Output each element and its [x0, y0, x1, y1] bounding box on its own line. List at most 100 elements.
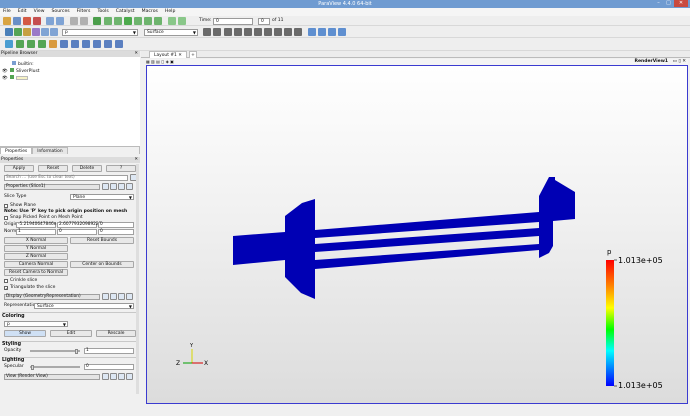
copy-icon[interactable] — [102, 293, 109, 300]
pipeline-item-slice[interactable]: 👁 — [2, 75, 28, 81]
calculator-icon[interactable] — [5, 40, 13, 48]
crinkle-checkbox[interactable] — [4, 279, 8, 283]
paste-icon[interactable] — [110, 373, 117, 380]
z-normal-button[interactable]: Z Normal — [4, 253, 68, 260]
reload-icon[interactable] — [118, 183, 125, 190]
refresh-icon[interactable] — [168, 17, 176, 25]
rescale-range-icon[interactable] — [32, 28, 40, 36]
maximize-button[interactable]: □ — [664, 0, 673, 7]
tab-properties[interactable]: Properties — [0, 147, 33, 154]
paste-icon[interactable] — [110, 183, 117, 190]
reset-camera-normal-button[interactable]: Reset Camera to Normal — [4, 269, 68, 276]
reset-bounds-button[interactable]: Reset Bounds — [70, 237, 134, 244]
rotate-minus-90-icon[interactable] — [294, 28, 302, 36]
normal-x-field[interactable]: 1 — [16, 229, 56, 235]
render-view[interactable]: Y X Z p 1.013e+05 1.013e+05 — [146, 65, 688, 404]
center-icon[interactable] — [93, 17, 101, 25]
view-minus-y-icon[interactable] — [254, 28, 262, 36]
center-on-bounds-button[interactable]: Center on Bounds — [70, 261, 134, 268]
previous-frame-icon[interactable] — [114, 17, 122, 25]
view-minus-z-icon[interactable] — [274, 28, 282, 36]
redo-icon[interactable] — [56, 17, 64, 25]
disconnect-icon[interactable] — [33, 17, 41, 25]
reset-camera-icon[interactable] — [203, 28, 211, 36]
eye-icon[interactable]: 👁 — [2, 76, 8, 82]
copy-icon[interactable] — [102, 183, 109, 190]
apply-button[interactable]: Apply — [4, 165, 34, 172]
camera-undo-icon[interactable] — [70, 17, 78, 25]
menu-file[interactable]: File — [3, 8, 11, 16]
section-view-header[interactable]: View (Render View) — [4, 374, 100, 380]
properties-scrollbar[interactable] — [136, 164, 139, 394]
menu-catalyst[interactable]: Catalyst — [116, 8, 135, 16]
origin-z-field[interactable]: 0 — [98, 222, 134, 228]
pipeline-item-builtin[interactable]: builtin: — [12, 61, 34, 67]
specular-slider-knob[interactable] — [31, 365, 34, 370]
undo-icon[interactable] — [46, 17, 54, 25]
y-normal-button[interactable]: Y Normal — [4, 245, 68, 252]
array-combo[interactable]: p ▼ — [62, 29, 138, 36]
pipeline-item-source[interactable]: 👁 SliverPlust — [2, 68, 40, 74]
x-normal-button[interactable]: X Normal — [4, 237, 68, 244]
normal-z-field[interactable]: 0 — [98, 229, 134, 235]
reload-icon[interactable] — [118, 293, 125, 300]
rotate-90-icon[interactable] — [284, 28, 292, 36]
tab-layout-1[interactable]: Layout #1 ✕ — [149, 51, 187, 58]
color-map-icon[interactable] — [5, 28, 13, 36]
section-display-header[interactable]: Display (GeometryRepresentation) — [4, 294, 100, 300]
menu-macros[interactable]: Macros — [142, 8, 158, 16]
opacity-field[interactable]: 1 — [84, 348, 134, 354]
extract-subset-icon[interactable] — [60, 40, 68, 48]
section-properties-header[interactable]: Properties (Slice1) — [4, 184, 100, 190]
interaction-mode-icon[interactable] — [308, 28, 316, 36]
glyph-icon[interactable] — [71, 40, 79, 48]
paste-icon[interactable] — [110, 293, 117, 300]
camera-redo-icon[interactable] — [80, 17, 88, 25]
select-points-icon[interactable] — [328, 28, 336, 36]
next-frame-icon[interactable] — [134, 17, 142, 25]
save-icon[interactable] — [126, 293, 133, 300]
menu-tools[interactable]: Tools — [97, 8, 108, 16]
camera-normal-button[interactable]: Camera Normal — [4, 261, 68, 268]
edit-color-map-icon[interactable] — [23, 28, 31, 36]
show-plane-checkbox[interactable] — [4, 204, 8, 208]
tab-information[interactable]: Information — [32, 147, 68, 154]
first-frame-icon[interactable] — [104, 17, 112, 25]
menu-view[interactable]: View — [34, 8, 45, 16]
extract-level-icon[interactable] — [115, 40, 123, 48]
view-minus-x-icon[interactable] — [234, 28, 242, 36]
toggle-color-legend-icon[interactable] — [14, 28, 22, 36]
select-cells-icon[interactable] — [318, 28, 326, 36]
minimize-button[interactable]: – — [654, 0, 663, 7]
view-plus-x-icon[interactable] — [224, 28, 232, 36]
save-icon[interactable] — [126, 183, 133, 190]
copy-icon[interactable] — [102, 373, 109, 380]
play-icon[interactable] — [124, 17, 132, 25]
rescale-temporal-icon[interactable] — [50, 28, 58, 36]
warp-vector-icon[interactable] — [93, 40, 101, 48]
coloring-select[interactable]: p ▼ — [4, 321, 68, 327]
clip-icon[interactable] — [27, 40, 35, 48]
loop-icon[interactable] — [154, 17, 162, 25]
origin-x-field[interactable]: -5.21940647846e — [16, 222, 56, 228]
snap-mesh-checkbox[interactable] — [4, 216, 8, 220]
menu-help[interactable]: Help — [165, 8, 175, 16]
rescale-button[interactable]: Rescale — [96, 330, 136, 337]
last-frame-icon[interactable] — [144, 17, 152, 25]
pipeline-item-edit[interactable] — [16, 75, 28, 80]
slice-type-combo[interactable]: Plane ▼ — [70, 194, 134, 200]
delete-button[interactable]: Delete — [72, 165, 102, 172]
representation-select[interactable]: Surface ▼ — [34, 303, 134, 309]
time-step-input[interactable]: 0 — [258, 18, 270, 25]
select-frustum-icon[interactable] — [338, 28, 346, 36]
reload-icon[interactable] — [118, 373, 125, 380]
opacity-slider[interactable] — [30, 349, 80, 354]
render-canvas[interactable]: Y X Z p 1.013e+05 1.013e+05 — [147, 66, 687, 403]
opacity-slider-knob[interactable] — [75, 349, 78, 354]
menu-filters[interactable]: Filters — [77, 8, 91, 16]
contour-icon[interactable] — [16, 40, 24, 48]
reset-button[interactable]: Reset — [38, 165, 68, 172]
view-plus-z-icon[interactable] — [264, 28, 272, 36]
close-icon[interactable]: ✕ — [134, 157, 138, 163]
search-input[interactable]: Search ... (use Esc to clear text) — [4, 175, 128, 181]
